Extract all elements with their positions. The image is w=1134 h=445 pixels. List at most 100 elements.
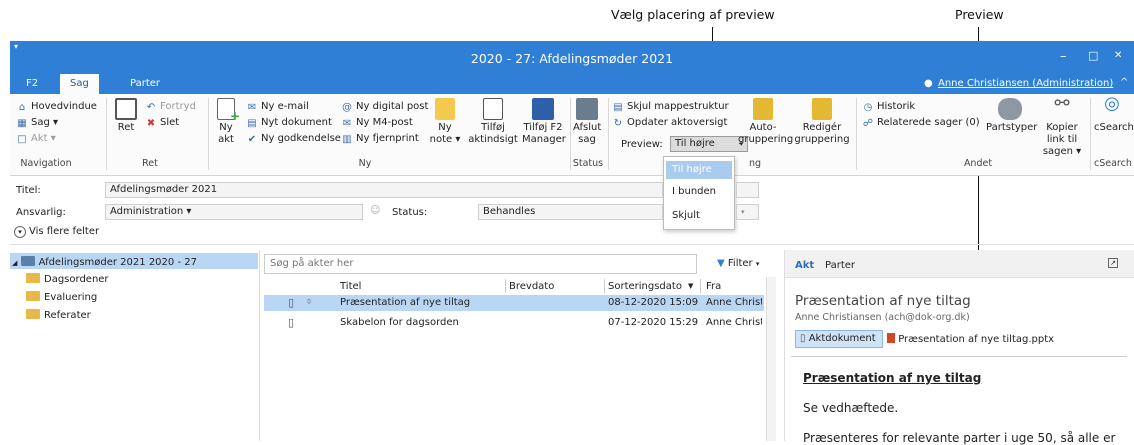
slet-button[interactable]: ✖ Slet: [145, 116, 179, 129]
skjul-mappestruktur-button[interactable]: ▤ Skjul mappestruktur: [612, 100, 728, 113]
hovedvindue-button[interactable]: ⌂ Hovedvindue: [16, 100, 97, 113]
table-row[interactable]: ▯ Skabelon for dagsorden 07-12-2020 15:2…: [264, 315, 764, 331]
popout-icon[interactable]: ↗: [1108, 258, 1118, 268]
attachment-tab[interactable]: Præsentation af nye tiltag.pptx: [887, 333, 1054, 345]
group-status: Status: [572, 158, 604, 169]
column-header-brevdato[interactable]: Brevdato: [509, 281, 554, 292]
party-types-icon: [998, 98, 1022, 120]
row-sorteringsdato: 07-12-2020 15:29: [608, 317, 699, 328]
separator: [1090, 98, 1091, 170]
opdater-aktoversigt-button[interactable]: ↻ Opdater aktoversigt: [612, 116, 728, 129]
document-icon: ▯: [288, 316, 295, 329]
folder-tree: ◢ Afdelingsmøder 2021 2020 - 27 Dagsorde…: [10, 250, 260, 441]
separator: [208, 98, 209, 170]
row-fra: Anne Christi: [706, 317, 762, 328]
ny-note-button[interactable]: Ny note ▾: [426, 98, 464, 146]
group-visning: ng: [749, 158, 762, 169]
group-ret: Ret: [142, 158, 158, 169]
document-icon: ▯: [800, 333, 806, 344]
titel-field[interactable]: Afdelingsmøder 2021: [105, 182, 663, 198]
tab-parter[interactable]: Parter: [120, 74, 170, 94]
user-icon: ●: [924, 78, 933, 89]
column-header-titel[interactable]: Titel: [340, 281, 361, 292]
note-icon: [435, 98, 455, 120]
close-button[interactable]: ✕: [1114, 50, 1122, 61]
maximize-button[interactable]: □: [1088, 49, 1098, 62]
app-menu-icon[interactable]: ▾: [14, 42, 18, 51]
divider: [791, 356, 1127, 357]
dropdown-option-bottom[interactable]: I bunden: [666, 183, 732, 201]
tree-item[interactable]: Dagsordener: [26, 273, 109, 285]
preview-select[interactable]: Til højre ▾: [670, 136, 748, 152]
edit-group-icon: [812, 98, 832, 120]
ny-fjernprint-button[interactable]: ▥ Ny fjernprint: [341, 132, 419, 145]
tree-item[interactable]: Referater: [26, 309, 91, 321]
ny-m4-post-button[interactable]: ✉ Ny M4-post: [341, 116, 413, 129]
window-title: 2020 - 27: Afdelingsmøder 2021: [470, 51, 674, 66]
folder-icon: [26, 309, 40, 319]
chevron-down-icon: ▾: [755, 260, 760, 268]
relaterede-sager-button[interactable]: ☍ Relaterede sager (0): [862, 116, 980, 129]
row-title: Præsentation af nye tiltag: [340, 297, 471, 308]
tree-root[interactable]: ◢ Afdelingsmøder 2021 2020 - 27: [12, 256, 197, 268]
ny-akt-button[interactable]: + Ny akt: [212, 98, 240, 146]
sort-desc-icon[interactable]: ▼: [688, 282, 693, 290]
dropdown-option-hidden[interactable]: Skjult: [666, 207, 732, 225]
autogruppering-button[interactable]: Auto-gruppering: [738, 98, 793, 146]
titel-label: Titel:: [16, 185, 41, 196]
rediger-gruppering-button[interactable]: Redigér gruppering: [794, 98, 850, 146]
group-navigation: Navigation: [20, 158, 72, 169]
column-header-fra[interactable]: Fra: [706, 281, 721, 292]
powerpoint-icon: [887, 333, 895, 343]
historik-button[interactable]: ◷ Historik: [862, 100, 916, 113]
tree-item[interactable]: Evaluering: [26, 291, 97, 303]
approval-icon: ✔: [247, 134, 257, 145]
aktdokument-tab[interactable]: ▯ Aktdokument: [795, 330, 883, 348]
attachment-icon: ⌽: [306, 296, 312, 307]
kopier-link-button[interactable]: ⚯ Kopier link til sagen ▾: [1038, 95, 1086, 158]
column-header-sorteringsdato[interactable]: Sorteringsdato: [608, 281, 682, 292]
fortryd-button[interactable]: ↶ Fortryd: [145, 100, 196, 113]
dropdown-option-right[interactable]: Til højre: [666, 161, 732, 179]
email-icon: ✉: [247, 102, 257, 113]
vis-flere-felter-button[interactable]: ▾ Vis flere felter: [14, 226, 99, 238]
preview-tab-parter[interactable]: Parter: [825, 260, 855, 271]
tab-f2[interactable]: F2: [16, 74, 48, 94]
history-icon: ◷: [863, 102, 873, 113]
user-link[interactable]: Anne Christiansen (Administration): [938, 78, 1113, 89]
case-folder-icon: [20, 256, 35, 266]
ny-email-button[interactable]: ✉ Ny e-mail: [246, 100, 309, 113]
nyt-dokument-button[interactable]: ▤ Nyt dokument: [246, 116, 332, 129]
minimize-button[interactable]: –: [1060, 49, 1067, 64]
tilfoej-aktindsigt-button[interactable]: Tilføj aktindsigt: [468, 98, 518, 146]
csearch-button[interactable]: ◎ cSearch: [1094, 93, 1134, 134]
folder-tree-icon: ▤: [613, 102, 623, 113]
search-icon: ◎: [1104, 93, 1120, 114]
group-andet: Andet: [963, 158, 993, 169]
document-body-line-2: Præsenteres for relevante parter i uge 5…: [803, 431, 1116, 445]
preview-title: Præsentation af nye tiltag: [795, 293, 971, 309]
ny-digital-post-button[interactable]: @ Ny digital post: [341, 100, 428, 113]
partstyper-button[interactable]: Partstyper: [986, 98, 1037, 134]
preview-tab-akt[interactable]: Akt: [795, 260, 814, 271]
status-select-chevron[interactable]: ▾: [736, 204, 759, 220]
ny-godkendelse-button[interactable]: ✔ Ny godkendelse: [246, 132, 341, 145]
people-icon[interactable]: ☺: [370, 205, 380, 216]
row-title: Skabelon for dagsorden: [340, 317, 459, 328]
afslut-sag-button[interactable]: Afslut sag: [573, 98, 601, 146]
ret-button[interactable]: Ret: [111, 98, 141, 134]
digital-post-icon: @: [342, 102, 352, 113]
scrollbar[interactable]: [766, 277, 776, 441]
ansvarlig-select[interactable]: Administration ▾: [105, 204, 363, 220]
search-input[interactable]: Søg på akter her: [264, 254, 697, 274]
titel-field-tail: [736, 182, 759, 198]
table-row[interactable]: ▯ ⌽ Præsentation af nye tiltag 08-12-202…: [264, 295, 764, 311]
tab-sag[interactable]: Sag: [60, 74, 99, 95]
collapse-ribbon-icon[interactable]: ^: [1120, 77, 1128, 88]
status-select[interactable]: Behandles: [478, 204, 663, 220]
sag-menu-button[interactable]: ▦ Sag ▾: [16, 116, 58, 129]
document-icon: ▤: [247, 118, 257, 129]
akt-menu-button[interactable]: □ Akt ▾: [16, 132, 56, 145]
tilfoej-f2-manager-button[interactable]: Tilføj F2 Manager: [522, 98, 566, 146]
filter-button[interactable]: ▼ Filter ▾: [717, 258, 759, 269]
